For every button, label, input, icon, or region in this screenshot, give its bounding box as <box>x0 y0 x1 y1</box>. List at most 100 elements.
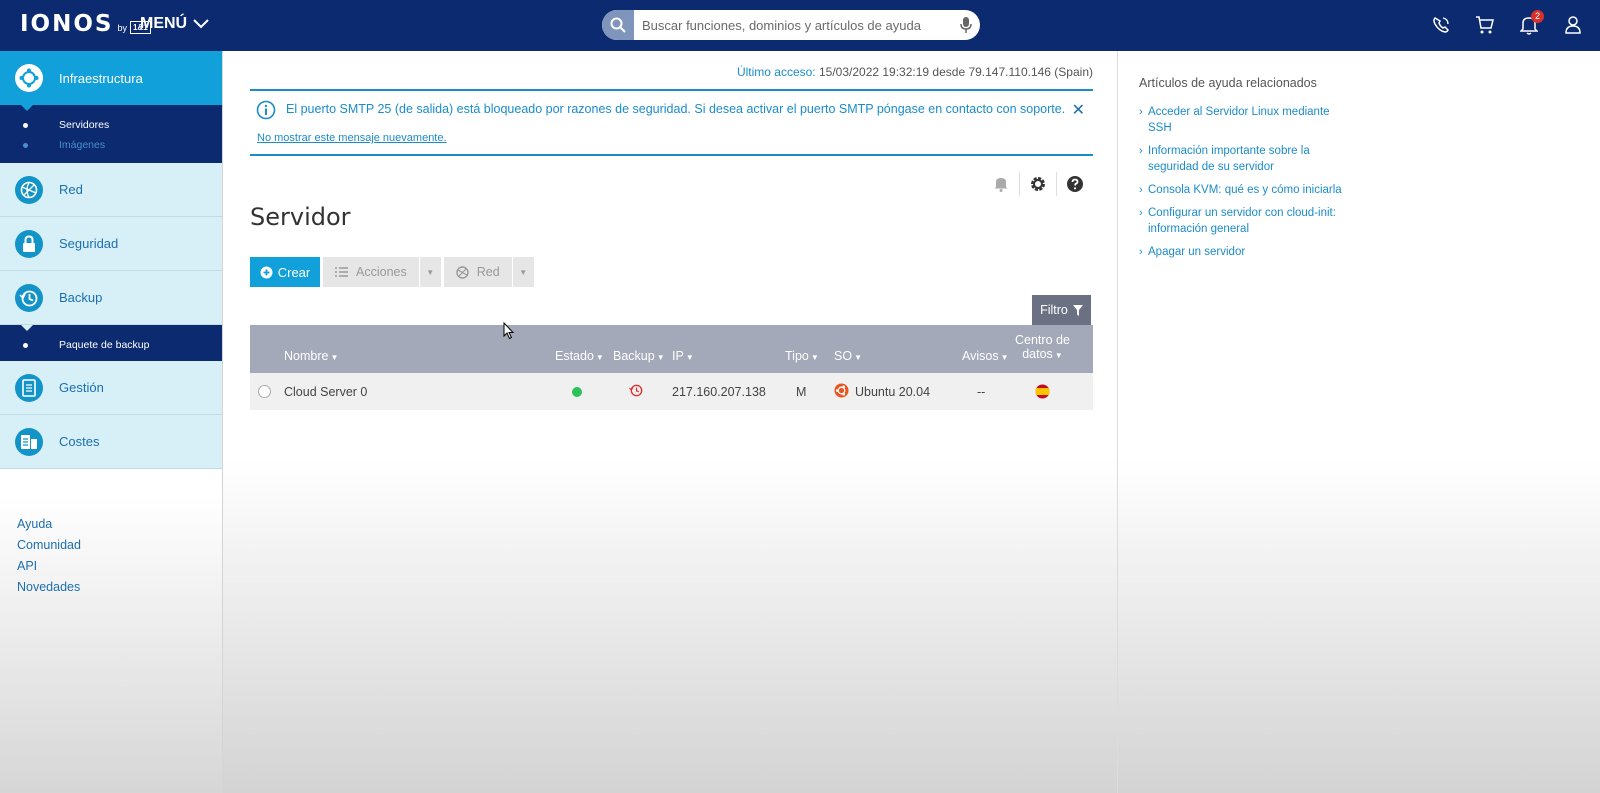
status-running-icon <box>572 387 582 397</box>
create-button[interactable]: Crear <box>250 257 320 287</box>
column-header-ip[interactable]: IP ▼ <box>672 349 694 363</box>
column-label: IP <box>672 349 684 363</box>
sort-icon: ▼ <box>595 353 604 362</box>
sidebar-item-costes[interactable]: Costes <box>0 415 222 469</box>
server-name[interactable]: Cloud Server 0 <box>284 385 367 399</box>
notification-badge: 2 <box>1531 10 1544 23</box>
cart-icon[interactable] <box>1474 13 1496 37</box>
sidebar-item-red[interactable]: Red <box>0 163 222 217</box>
column-label: datos <box>1022 347 1053 361</box>
actions-dropdown[interactable]: Acciones ▼ <box>323 257 441 287</box>
column-header-state[interactable]: Estado ▼ <box>555 349 604 363</box>
column-label: Backup <box>613 349 655 363</box>
subnav-label: Servidores <box>59 119 110 131</box>
help-article-line: Acceder al Servidor Linux mediante <box>1148 106 1330 118</box>
bullet-icon <box>23 142 28 148</box>
subnav-item-imagenes[interactable]: Imágenes <box>0 135 222 155</box>
action-toolbar: Crear Acciones ▼ Red ▼ <box>250 257 534 287</box>
page-tools <box>982 172 1093 196</box>
table-row[interactable]: Cloud Server 0 217.160.207.138 M Ubuntu … <box>250 373 1093 410</box>
help-article-link[interactable]: › Acceder al Servidor Linux mediante SSH <box>1139 104 1379 136</box>
chevron-right-icon: › <box>1139 246 1143 258</box>
sort-icon: ▼ <box>656 353 665 362</box>
network-label: Red <box>476 265 500 279</box>
chevron-down-icon <box>193 19 209 29</box>
column-header-datacenter[interactable]: Centro de datos ▼ <box>1015 333 1070 363</box>
network-icon <box>456 265 469 279</box>
link-comunidad[interactable]: Comunidad <box>17 535 81 556</box>
phone-icon[interactable] <box>1430 13 1452 37</box>
column-label: Tipo <box>785 349 809 363</box>
sort-icon: ▼ <box>1000 353 1009 362</box>
caret-down-icon: ▼ <box>511 257 534 287</box>
row-select-radio[interactable] <box>258 385 271 398</box>
ionos-logo[interactable]: IONOS by 1&1 <box>20 11 151 37</box>
backup-status-icon <box>629 383 643 400</box>
chevron-right-icon: › <box>1139 184 1143 196</box>
column-label: Centro de <box>1015 333 1070 347</box>
help-article-link[interactable]: › Consola KVM: qué es y cómo iniciarla <box>1139 182 1379 198</box>
sidebar: Infraestructura Servidores Imágenes Red … <box>0 51 223 793</box>
help-panel-title: Artículos de ayuda relacionados <box>1139 76 1317 90</box>
ubuntu-icon <box>834 383 849 401</box>
last-access-label: Último acceso: <box>736 65 816 79</box>
search-icon[interactable] <box>602 10 634 40</box>
support-link[interactable]: soporte <box>1020 102 1062 116</box>
caret-down-icon: ▼ <box>418 257 441 287</box>
user-icon[interactable] <box>1562 13 1584 37</box>
sidebar-item-label: Red <box>59 182 83 197</box>
server-alerts: -- <box>977 385 986 399</box>
close-icon[interactable]: ✕ <box>1072 100 1085 120</box>
bell-icon[interactable]: 2 <box>1518 10 1544 37</box>
info-icon <box>256 100 276 123</box>
infrastructure-subnav: Servidores Imágenes <box>0 105 222 163</box>
menu-button[interactable]: MENÚ <box>140 15 209 33</box>
sidebar-item-label: Infraestructura <box>59 70 143 86</box>
mouse-cursor-icon <box>503 321 515 343</box>
server-table: Nombre ▼ Estado ▼ Backup ▼ IP ▼ Tipo ▼ SO ▼ Av… <box>250 325 1093 410</box>
help-article-link[interactable]: › Información importante sobre la segurid… <box>1139 143 1379 175</box>
search-input[interactable] <box>634 11 952 39</box>
sidebar-item-label: Gestión <box>59 380 104 395</box>
search-bar <box>602 10 980 40</box>
sort-icon: ▼ <box>810 353 819 362</box>
column-header-backup[interactable]: Backup ▼ <box>613 349 665 363</box>
column-header-type[interactable]: Tipo ▼ <box>785 349 819 363</box>
link-api[interactable]: API <box>17 556 81 577</box>
sidebar-item-gestion[interactable]: Gestión <box>0 361 222 415</box>
subnav-pointer <box>21 325 33 331</box>
filter-button[interactable]: Filtro <box>1032 295 1091 325</box>
help-article-link[interactable]: › Configurar un servidor con cloud-init:… <box>1139 205 1379 237</box>
server-ip: 217.160.207.138 <box>672 385 766 399</box>
menu-label: MENÚ <box>140 15 188 32</box>
list-icon <box>335 267 348 277</box>
bullet-icon <box>23 342 28 348</box>
notice-text: El puerto SMTP 25 (de salida) está bloqu… <box>286 102 1017 116</box>
subnav-item-servidores[interactable]: Servidores <box>0 115 222 135</box>
dont-show-again-link[interactable]: No mostrar este mensaje nuevamente. <box>257 132 447 144</box>
link-ayuda[interactable]: Ayuda <box>17 514 81 535</box>
help-icon[interactable] <box>1056 172 1093 196</box>
spain-flag-icon <box>1035 384 1050 402</box>
plus-circle-icon <box>260 266 273 278</box>
link-novedades[interactable]: Novedades <box>17 577 81 598</box>
help-article-link[interactable]: › Apagar un servidor <box>1139 244 1379 260</box>
network-globe-icon <box>15 175 43 204</box>
sidebar-item-backup[interactable]: Backup <box>0 271 222 325</box>
microphone-icon[interactable] <box>952 17 980 33</box>
top-bar: IONOS by 1&1 MENÚ 2 <box>0 0 1600 51</box>
network-dropdown[interactable]: Red ▼ <box>443 257 534 287</box>
sidebar-links: Ayuda Comunidad API Novedades <box>17 514 81 598</box>
column-label: Avisos <box>962 349 999 363</box>
sidebar-item-seguridad[interactable]: Seguridad <box>0 217 222 271</box>
table-header: Nombre ▼ Estado ▼ Backup ▼ IP ▼ Tipo ▼ SO ▼ Av… <box>250 325 1093 373</box>
column-header-name[interactable]: Nombre ▼ <box>284 349 338 363</box>
help-article-line: Consola KVM: qué es y cómo iniciarla <box>1148 184 1342 196</box>
column-header-alerts[interactable]: Avisos ▼ <box>962 349 1009 363</box>
gear-icon[interactable] <box>1019 172 1056 196</box>
sidebar-item-infraestructura[interactable]: Infraestructura <box>0 51 222 105</box>
subnav-item-paquete-backup[interactable]: Paquete de backup <box>0 335 222 355</box>
help-panel: Artículos de ayuda relacionados › Accede… <box>1117 51 1600 793</box>
column-header-os[interactable]: SO ▼ <box>834 349 862 363</box>
notifications-bell-icon[interactable] <box>982 172 1019 196</box>
